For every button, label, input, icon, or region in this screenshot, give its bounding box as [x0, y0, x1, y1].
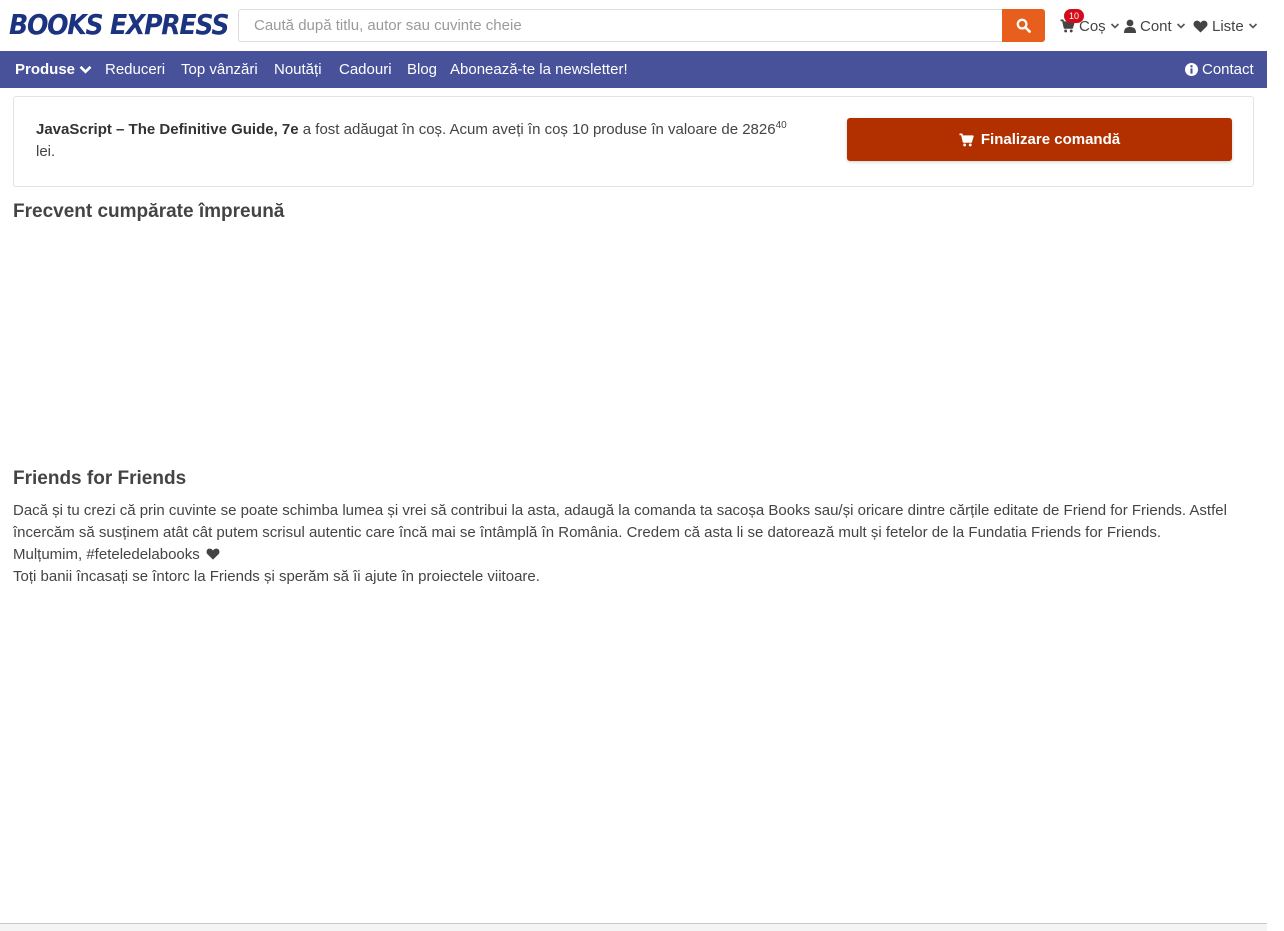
frequent-section-title: Frecvent cumpărate împreună	[13, 201, 285, 222]
cart-total-cents: 40	[775, 120, 787, 131]
nav-contact[interactable]: Contact	[1185, 51, 1254, 88]
cart-label: Coș	[1079, 17, 1106, 35]
cart-icon	[959, 133, 974, 146]
checkout-label: Finalizare comandă	[980, 131, 1121, 148]
nav-item-blog[interactable]: Blog	[407, 51, 437, 88]
lists-link[interactable]: Liste	[1193, 14, 1258, 38]
heart-icon	[1193, 20, 1208, 33]
notice-message: a fost adăugat în coș. Acum aveți în coș…	[298, 121, 743, 138]
page-footer-edge	[0, 923, 1267, 931]
chevron-down-icon	[1176, 23, 1185, 29]
search-icon	[1016, 18, 1031, 33]
added-to-cart-message: JavaScript – The Definitive Guide, 7e a …	[36, 119, 796, 163]
search-bar	[238, 9, 1045, 42]
nav-item-reduceri[interactable]: Reduceri	[105, 51, 165, 88]
lists-label: Liste	[1212, 17, 1244, 35]
search-input[interactable]	[238, 9, 1003, 42]
search-button[interactable]	[1002, 9, 1045, 42]
nav-item-top-vanzari[interactable]: Top vânzări	[181, 51, 258, 88]
nav-item-cadouri[interactable]: Cadouri	[339, 51, 392, 88]
added-to-cart-notice: JavaScript – The Definitive Guide, 7e a …	[13, 96, 1254, 187]
friends-thanks-line: Mulțumim, #feteledelabooks	[13, 544, 1253, 566]
cart-total-price: 2826	[742, 121, 776, 138]
nav-contact-label: Contact	[1202, 61, 1254, 78]
nav-products-label: Produse	[15, 61, 76, 78]
checkout-button[interactable]: Finalizare comandă	[847, 118, 1232, 161]
friends-section-body: Dacă și tu crezi că prin cuvinte se poat…	[13, 500, 1253, 588]
logo[interactable]: BOOKS EXPRESS	[9, 9, 230, 41]
nav-products[interactable]: Produse	[15, 51, 92, 88]
currency: lei.	[36, 143, 56, 160]
product-title[interactable]: JavaScript – The Definitive Guide, 7e	[36, 121, 299, 138]
chevron-down-icon	[1110, 23, 1119, 29]
friends-section-title: Friends for Friends	[13, 468, 187, 489]
heart-icon	[206, 548, 220, 560]
nav-item-noutati[interactable]: Noutăți	[274, 51, 322, 88]
friends-thanks: Mulțumim, #feteledelabooks	[13, 546, 200, 563]
cart-count-badge: 10	[1064, 9, 1084, 23]
nav-item-newsletter[interactable]: Abonează-te la newsletter!	[450, 51, 628, 88]
account-label: Cont	[1140, 17, 1172, 35]
friends-footer-text: Toți banii încasați se întorc la Friends…	[13, 568, 540, 585]
main-navbar: Produse Reduceri Top vânzări Noutăți Cad…	[0, 51, 1267, 88]
friends-paragraph: Dacă și tu crezi că prin cuvinte se poat…	[13, 502, 1227, 541]
info-icon	[1185, 63, 1198, 76]
user-icon	[1124, 19, 1136, 33]
scrollbar[interactable]	[1267, 0, 1284, 931]
chevron-down-icon	[1248, 23, 1257, 29]
site-header: BOOKS EXPRESS Coș 10 Cont	[0, 0, 1267, 51]
chevron-down-icon	[79, 65, 92, 74]
account-link[interactable]: Cont	[1124, 14, 1186, 38]
